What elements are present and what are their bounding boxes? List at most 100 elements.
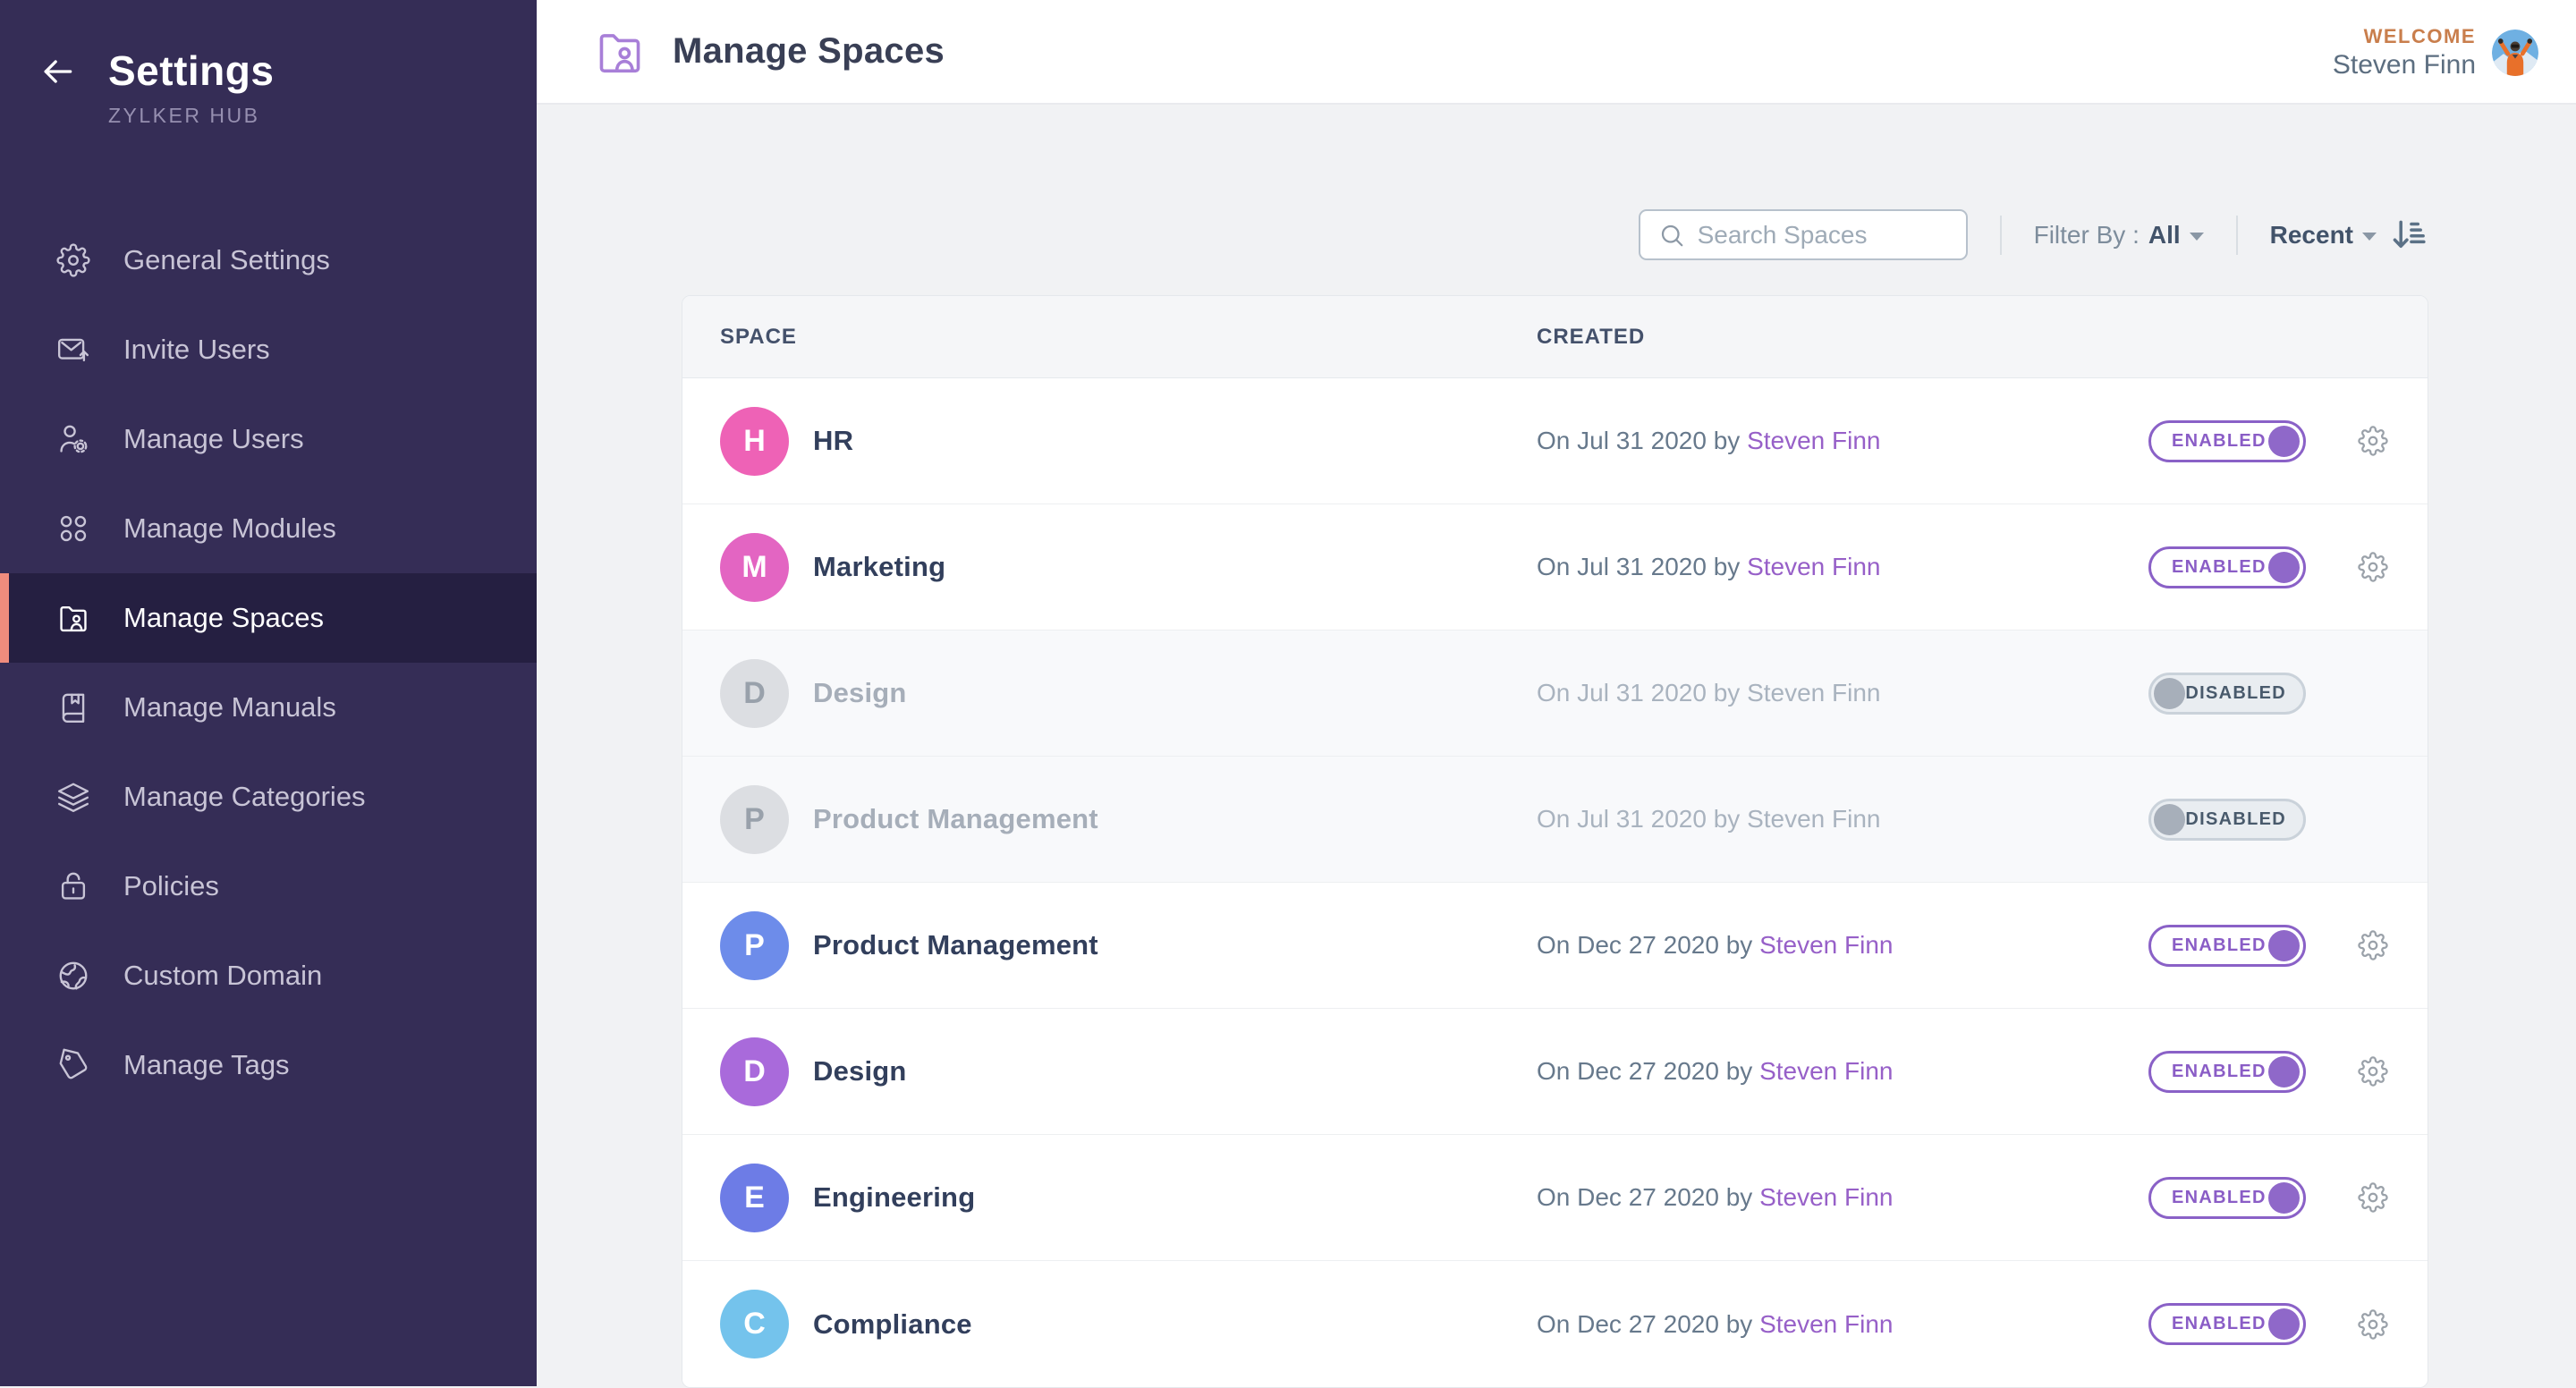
sidebar-item-label: Manage Tags	[123, 1049, 290, 1081]
status-label: ENABLED	[2172, 431, 2267, 452]
table-header: SPACE CREATED	[682, 296, 2428, 378]
created-cell: On Jul 31 2020 by Steven Finn	[1537, 427, 2148, 455]
row-settings-gear-icon[interactable]	[2358, 552, 2388, 582]
filter-label: Filter By :	[2034, 221, 2140, 250]
toggle-knob	[2154, 804, 2185, 835]
created-text: On Jul 31 2020 by	[1537, 427, 1740, 454]
status-toggle[interactable]: ENABLED	[2148, 1051, 2306, 1093]
modules-grid-icon	[55, 511, 91, 546]
sort-value: Recent	[2270, 221, 2353, 250]
created-by-link[interactable]: Steven Finn	[1759, 931, 1893, 959]
created-by-link[interactable]: Steven Finn	[1747, 427, 1880, 454]
table-row[interactable]: D Design On Jul 31 2020 by Steven Finn D…	[682, 631, 2428, 757]
status-label: DISABLED	[2185, 809, 2286, 830]
created-text: On Jul 31 2020 by	[1537, 679, 1740, 707]
sidebar-item-manage-tags[interactable]: Manage Tags	[0, 1020, 537, 1110]
table-row[interactable]: E Engineering On Dec 27 2020 by Steven F…	[682, 1135, 2428, 1261]
created-text: On Jul 31 2020 by	[1537, 805, 1740, 833]
created-cell: On Dec 27 2020 by Steven Finn	[1537, 1057, 2148, 1086]
toggle-knob	[2268, 426, 2300, 457]
created-by-link[interactable]: Steven Finn	[1759, 1057, 1893, 1085]
table-row[interactable]: D Design On Dec 27 2020 by Steven Finn E…	[682, 1009, 2428, 1135]
row-settings-gear-icon[interactable]	[2358, 1056, 2388, 1087]
space-avatar: D	[720, 659, 789, 728]
back-arrow-icon[interactable]	[38, 52, 77, 91]
filter-value: All	[2148, 221, 2181, 250]
table-row[interactable]: M Marketing On Jul 31 2020 by Steven Fin…	[682, 504, 2428, 631]
user-avatar[interactable]	[2492, 30, 2538, 76]
search-icon	[1658, 222, 1685, 249]
sidebar-item-manage-categories[interactable]: Manage Categories	[0, 752, 537, 842]
status-label: DISABLED	[2185, 683, 2286, 704]
created-text: On Dec 27 2020 by	[1537, 1183, 1752, 1211]
sidebar-item-custom-domain[interactable]: Custom Domain	[0, 931, 537, 1020]
space-name: Product Management	[813, 929, 1098, 961]
created-by-link[interactable]: Steven Finn	[1759, 1310, 1893, 1338]
created-text: On Jul 31 2020 by	[1537, 553, 1740, 580]
sidebar-item-label: Manage Spaces	[123, 602, 324, 634]
table-row[interactable]: H HR On Jul 31 2020 by Steven Finn ENABL…	[682, 378, 2428, 504]
table-row[interactable]: P Product Management On Jul 31 2020 by S…	[682, 757, 2428, 883]
space-name: Design	[813, 1055, 907, 1088]
sidebar-subtitle: ZYLKER HUB	[108, 104, 537, 128]
row-settings-gear-icon[interactable]	[2358, 426, 2388, 456]
status-toggle[interactable]: ENABLED	[2148, 420, 2306, 462]
created-cell: On Jul 31 2020 by Steven Finn	[1537, 553, 2148, 581]
page-header: Manage Spaces WELCOME Steven Finn	[537, 0, 2576, 105]
status-toggle[interactable]: ENABLED	[2148, 1177, 2306, 1219]
sidebar-item-general-settings[interactable]: General Settings	[0, 216, 537, 305]
sidebar-item-manage-modules[interactable]: Manage Modules	[0, 484, 537, 573]
created-by-link[interactable]: Steven Finn	[1747, 553, 1880, 580]
sidebar-item-manage-spaces[interactable]: Manage Spaces	[0, 573, 537, 663]
folder-user-icon	[55, 600, 91, 636]
sidebar-title: Settings	[108, 47, 537, 95]
created-by-link[interactable]: Steven Finn	[1759, 1183, 1893, 1211]
sidebar-item-policies[interactable]: Policies	[0, 842, 537, 931]
main-area: Manage Spaces WELCOME Steven Finn Filter…	[537, 0, 2576, 1386]
status-toggle[interactable]: ENABLED	[2148, 925, 2306, 967]
status-label: ENABLED	[2172, 1188, 2267, 1208]
status-toggle[interactable]: DISABLED	[2148, 673, 2306, 715]
sort-descending-icon[interactable]	[2389, 216, 2428, 255]
sidebar-item-label: Manage Categories	[123, 781, 366, 813]
space-avatar: P	[720, 911, 789, 980]
user-gear-icon	[55, 421, 91, 457]
filter-by-dropdown[interactable]: Filter By : All	[2034, 221, 2204, 250]
space-name: Compliance	[813, 1308, 972, 1341]
search-input[interactable]	[1698, 221, 1950, 250]
gear-icon	[55, 242, 91, 278]
status-toggle[interactable]: DISABLED	[2148, 799, 2306, 841]
tag-icon	[55, 1047, 91, 1083]
sidebar-item-label: Invite Users	[123, 334, 270, 366]
sidebar-item-label: Manage Users	[123, 423, 304, 455]
welcome-block: WELCOME Steven Finn	[2333, 0, 2538, 105]
status-toggle[interactable]: ENABLED	[2148, 1303, 2306, 1345]
toggle-knob	[2154, 678, 2185, 709]
space-avatar: C	[720, 1290, 789, 1358]
space-name: Design	[813, 677, 907, 709]
row-settings-gear-icon[interactable]	[2358, 930, 2388, 961]
user-name: Steven Finn	[2333, 50, 2476, 80]
sort-dropdown[interactable]: Recent	[2270, 221, 2377, 250]
sidebar-item-manage-manuals[interactable]: Manage Manuals	[0, 663, 537, 752]
welcome-label: WELCOME	[2333, 25, 2476, 48]
status-toggle[interactable]: ENABLED	[2148, 546, 2306, 588]
created-cell: On Jul 31 2020 by Steven Finn	[1537, 679, 2148, 707]
status-label: ENABLED	[2172, 1314, 2267, 1334]
lock-icon	[55, 868, 91, 904]
status-label: ENABLED	[2172, 557, 2267, 578]
sidebar-item-label: Manage Manuals	[123, 691, 336, 724]
search-box[interactable]	[1639, 209, 1968, 260]
column-header-space: SPACE	[720, 325, 1537, 350]
sidebar-item-manage-users[interactable]: Manage Users	[0, 394, 537, 484]
row-settings-gear-icon[interactable]	[2358, 1309, 2388, 1340]
sidebar-item-invite-users[interactable]: Invite Users	[0, 305, 537, 394]
table-row[interactable]: C Compliance On Dec 27 2020 by Steven Fi…	[682, 1261, 2428, 1387]
sidebar-item-label: Custom Domain	[123, 960, 322, 992]
row-settings-gear-icon[interactable]	[2358, 1182, 2388, 1213]
space-name: Engineering	[813, 1181, 975, 1214]
created-cell: On Jul 31 2020 by Steven Finn	[1537, 805, 2148, 834]
table-row[interactable]: P Product Management On Dec 27 2020 by S…	[682, 883, 2428, 1009]
sidebar-nav: General Settings Invite Users Manage Use…	[0, 216, 537, 1110]
space-name: Marketing	[813, 551, 945, 583]
